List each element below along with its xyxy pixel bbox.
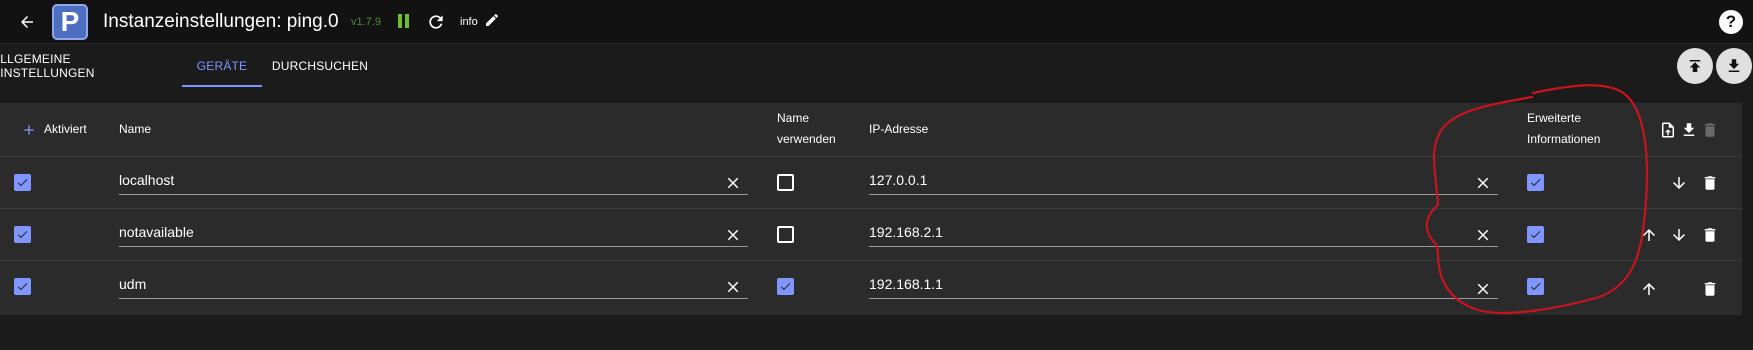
move-down-button[interactable]	[1669, 225, 1689, 245]
table-row: udm 192.168.1.1	[0, 261, 1742, 313]
download-icon	[1728, 59, 1740, 72]
pause-button[interactable]	[398, 14, 412, 30]
check-icon	[1530, 179, 1541, 187]
table-header: Aktiviert Name Name verwenden IP-Adresse…	[0, 103, 1742, 157]
trash-icon	[1704, 176, 1716, 190]
delete-row-button[interactable]	[1700, 279, 1720, 299]
table-row: localhost 127.0.0.1	[0, 157, 1742, 209]
delete-row-button[interactable]	[1700, 173, 1720, 193]
arrow-down-icon	[1673, 229, 1685, 241]
close-icon	[1477, 283, 1489, 295]
enabled-checkbox[interactable]	[14, 174, 31, 191]
clear-name-button[interactable]	[724, 278, 742, 296]
app-bar: P Instanzeinstellungen: ping.0 v1.7.9 in…	[0, 0, 1753, 44]
arrow-left-icon	[21, 16, 33, 28]
use-name-checkbox[interactable]	[777, 226, 794, 243]
check-icon	[17, 231, 28, 239]
name-field[interactable]: localhost	[119, 171, 748, 195]
check-icon	[17, 283, 28, 291]
check-icon	[780, 283, 791, 291]
extended-info-checkbox[interactable]	[1527, 174, 1544, 191]
info-label: info	[460, 16, 478, 28]
enabled-checkbox[interactable]	[14, 226, 31, 243]
enabled-checkbox[interactable]	[14, 278, 31, 295]
upload-config-button[interactable]	[1677, 48, 1713, 84]
tab-bar: ALLGEMEINE EINSTELLUNGEN GERÄTE DURCHSUC…	[0, 45, 1753, 87]
clear-name-button[interactable]	[724, 226, 742, 244]
version-label: v1.7.9	[351, 16, 381, 28]
adapter-logo: P	[52, 4, 88, 40]
reload-icon	[429, 15, 443, 29]
header-use-name-line1: Name	[777, 111, 810, 125]
pencil-icon	[486, 13, 498, 26]
import-file-button[interactable]	[1658, 120, 1678, 140]
extended-info-checkbox[interactable]	[1527, 226, 1544, 243]
clear-ip-button[interactable]	[1474, 226, 1492, 244]
trash-icon	[1704, 123, 1716, 137]
header-extended-line1: Erweiterte	[1527, 111, 1582, 125]
header-extended-line2: Informationen	[1527, 132, 1601, 146]
arrow-up-icon	[1643, 229, 1655, 241]
download-icon	[1683, 123, 1695, 136]
delete-all-button[interactable]	[1700, 120, 1720, 140]
trash-icon	[1704, 228, 1716, 242]
close-icon	[727, 229, 739, 241]
help-button[interactable]: ?	[1719, 10, 1743, 34]
plus-icon	[24, 125, 34, 135]
back-button[interactable]	[16, 11, 38, 33]
ip-field[interactable]: 192.168.1.1	[869, 275, 1498, 299]
tab-search[interactable]: DURCHSUCHEN	[270, 45, 370, 87]
upload-icon	[1689, 60, 1701, 72]
ip-field[interactable]: 192.168.2.1	[869, 223, 1498, 247]
header-name: Name	[119, 122, 152, 136]
page-title: Instanzeinstellungen: ping.0	[103, 11, 339, 32]
arrow-up-icon	[1643, 283, 1655, 295]
pause-icon-bar	[405, 14, 409, 28]
name-field[interactable]: udm	[119, 275, 748, 299]
use-name-checkbox[interactable]	[777, 278, 794, 295]
table-row: notavailable 192.168.2.1	[0, 209, 1742, 261]
clear-name-button[interactable]	[724, 174, 742, 192]
header-enabled: Aktiviert	[44, 122, 87, 136]
check-icon	[1530, 283, 1541, 291]
tab-devices[interactable]: GERÄTE	[182, 45, 262, 87]
move-down-button[interactable]	[1669, 173, 1689, 193]
close-icon	[727, 177, 739, 189]
download-config-button[interactable]	[1716, 48, 1752, 84]
arrow-down-icon	[1673, 177, 1685, 189]
file-upload-icon	[1662, 122, 1674, 138]
check-icon	[17, 179, 28, 187]
tab-general-settings[interactable]: ALLGEMEINE EINSTELLUNGEN	[0, 45, 174, 87]
extended-info-checkbox[interactable]	[1527, 278, 1544, 295]
devices-table: Aktiviert Name Name verwenden IP-Adresse…	[0, 103, 1742, 315]
reload-button[interactable]	[426, 12, 446, 32]
header-use-name: Name verwenden	[777, 108, 836, 150]
delete-row-button[interactable]	[1700, 225, 1720, 245]
move-up-button[interactable]	[1639, 225, 1659, 245]
active-tab-indicator	[182, 85, 262, 87]
check-icon	[1530, 231, 1541, 239]
edit-button[interactable]	[484, 12, 502, 30]
header-ip: IP-Adresse	[869, 122, 929, 136]
header-use-name-line2: verwenden	[777, 132, 836, 146]
clear-ip-button[interactable]	[1474, 174, 1492, 192]
clear-ip-button[interactable]	[1474, 280, 1492, 298]
close-icon	[1477, 177, 1489, 189]
close-icon	[1477, 229, 1489, 241]
move-up-button[interactable]	[1639, 279, 1659, 299]
close-icon	[727, 281, 739, 293]
use-name-checkbox[interactable]	[777, 174, 794, 191]
header-extended-info: Erweiterte Informationen	[1527, 108, 1600, 150]
ip-field[interactable]: 127.0.0.1	[869, 171, 1498, 195]
trash-icon	[1704, 282, 1716, 296]
add-row-button[interactable]	[19, 120, 39, 140]
pause-icon	[398, 14, 402, 28]
export-button[interactable]	[1679, 120, 1699, 140]
name-field[interactable]: notavailable	[119, 223, 748, 247]
